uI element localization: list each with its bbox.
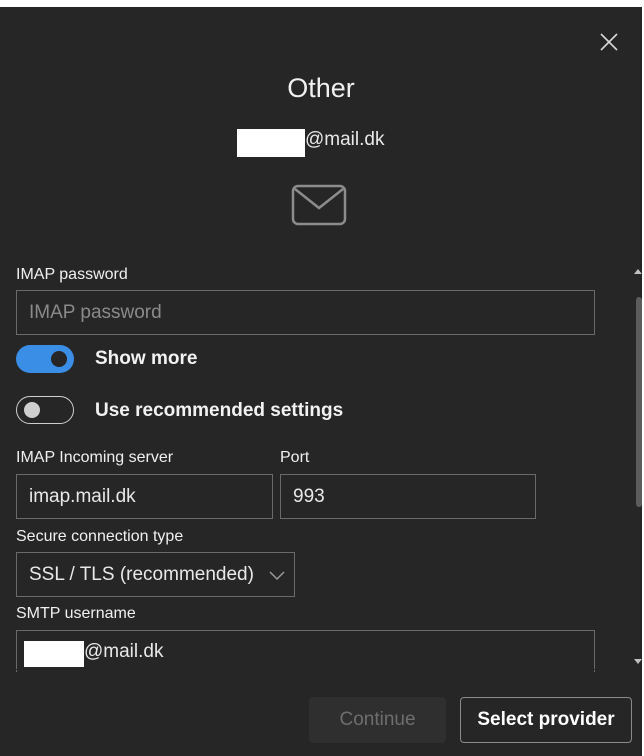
redacted-username bbox=[24, 640, 84, 667]
imap-server-value: imap.mail.dk bbox=[29, 485, 136, 507]
imap-password-label: IMAP password bbox=[16, 266, 128, 283]
account-email-domain: @mail.dk bbox=[305, 129, 385, 150]
recommended-settings-toggle[interactable] bbox=[16, 396, 74, 424]
toggle-knob bbox=[24, 402, 40, 418]
imap-password-placeholder: IMAP password bbox=[29, 301, 162, 323]
select-provider-button[interactable]: Select provider bbox=[460, 697, 632, 743]
chevron-down-icon bbox=[269, 570, 285, 580]
smtp-username-domain: @mail.dk bbox=[84, 640, 164, 662]
secure-connection-label: Secure connection type bbox=[16, 528, 184, 545]
scroll-up-arrow[interactable] bbox=[634, 269, 642, 274]
port-value: 993 bbox=[293, 485, 325, 507]
account-email: @mail.dk bbox=[237, 124, 385, 157]
imap-server-label: IMAP Incoming server bbox=[16, 449, 174, 466]
scrollbar-thumb[interactable] bbox=[636, 297, 642, 507]
imap-server-input[interactable]: imap.mail.dk bbox=[16, 474, 273, 519]
secure-connection-value: SSL / TLS (recommended) bbox=[29, 563, 254, 585]
port-label: Port bbox=[280, 449, 310, 466]
envelope-icon bbox=[291, 184, 347, 226]
smtp-username-label: SMTP username bbox=[16, 605, 136, 622]
recommended-settings-label: Use recommended settings bbox=[95, 400, 344, 421]
imap-password-input[interactable]: IMAP password bbox=[16, 290, 595, 335]
smtp-username-input[interactable]: @mail.dk bbox=[16, 630, 595, 672]
footer-divider bbox=[0, 669, 642, 670]
show-more-label: Show more bbox=[95, 348, 198, 369]
scroll-down-arrow[interactable] bbox=[634, 659, 642, 664]
close-icon[interactable] bbox=[598, 31, 620, 53]
toggle-knob bbox=[51, 351, 67, 367]
account-setup-dialog: Other @mail.dk IMAP password IMAP passwo… bbox=[0, 7, 642, 756]
continue-button[interactable]: Continue bbox=[309, 697, 446, 743]
port-input[interactable]: 993 bbox=[280, 474, 536, 519]
show-more-toggle[interactable] bbox=[16, 345, 74, 373]
secure-connection-select[interactable]: SSL / TLS (recommended) bbox=[16, 552, 295, 597]
dialog-title: Other bbox=[287, 73, 355, 103]
redacted-username bbox=[237, 129, 305, 157]
